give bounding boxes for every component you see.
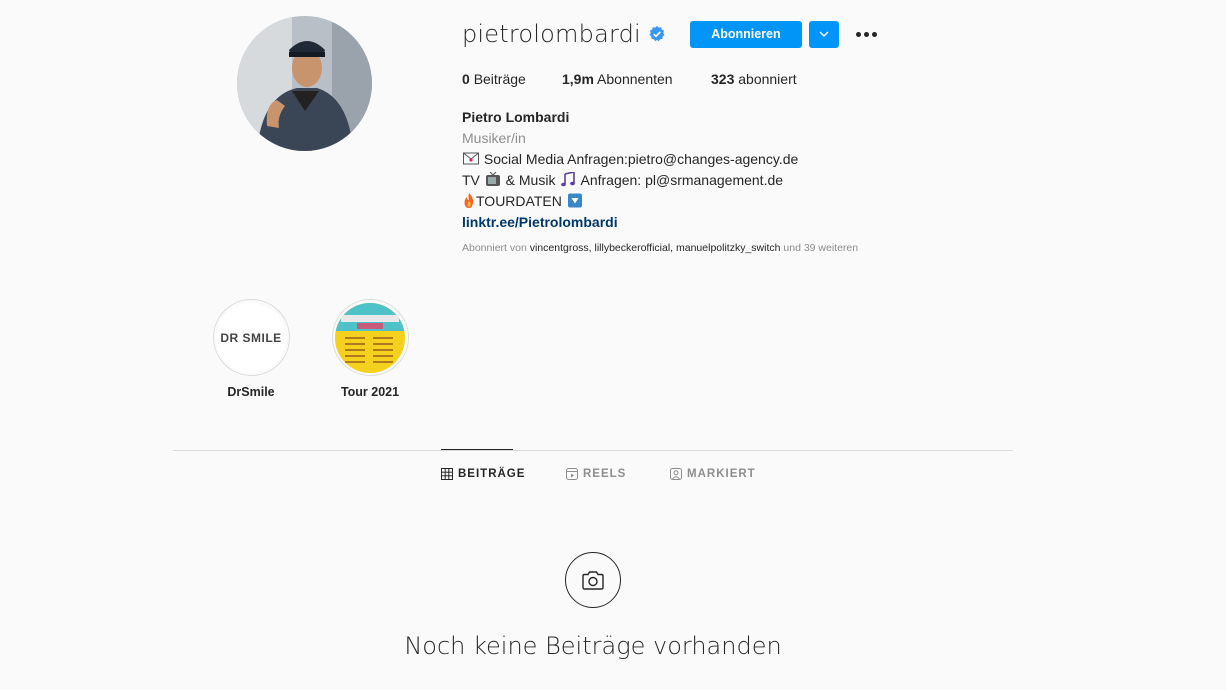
bio-contact-text: Anfragen: pl@srmanagement.de [580,172,784,188]
active-tab-indicator [441,449,513,450]
followed-by-prefix: Abonniert von [462,242,527,254]
profile-bio: Pietro Lombardi Musiker/in Social Media … [462,107,798,233]
followers-label: Abonnenten [597,71,673,87]
fire-icon [464,193,474,208]
followers-count: 1,9m [562,71,594,87]
followed-by-suffix: und 39 weiteren [783,242,859,254]
tab-reels[interactable]: REELS [566,468,626,480]
bio-external-link[interactable]: linktr.ee/Pietrolombardi [462,212,798,233]
more-dot-icon [871,31,877,37]
bio-music-text: & Musik [505,172,556,188]
story-highlight-tour-2021[interactable]: Tour 2021 [330,299,410,399]
chevron-down-icon [819,31,829,37]
profile-avatar[interactable] [237,16,372,151]
verified-badge-icon [649,26,665,42]
bio-tour-text: TOURDATEN [476,193,562,209]
more-dot-icon [863,31,869,37]
highlight-label: DrSmile [227,385,275,399]
follow-button[interactable]: Abonnieren [689,20,802,48]
empty-posts-message: Noch keine Beiträge vorhanden [404,632,782,660]
tab-tagged[interactable]: MARKIERT [670,468,756,480]
bio-tv-text: TV [462,172,480,188]
more-options-button[interactable] [853,21,880,48]
drsmile-logo: DR SMILE [220,330,282,345]
profile-full-name: Pietro Lombardi [462,109,570,125]
tab-tagged-label: MARKIERT [687,468,756,480]
mail-envelope-icon [463,152,479,165]
tab-posts[interactable]: BEITRÄGE [441,468,525,480]
tv-icon [485,172,500,186]
more-dot-icon [855,31,861,37]
profile-title-row: pietrolombardi Abonnieren [462,18,982,50]
tab-posts-label: BEITRÄGE [458,468,526,480]
posts-count: 0 [462,71,470,87]
followers-stat[interactable]: 1,9m Abonnenten [562,71,711,87]
profile-header: pietrolombardi Abonnieren [462,18,982,50]
following-count: 323 [711,71,735,87]
bio-line-contact: TV & Musik Anfragen: pl@srmanagement.de [462,170,798,191]
camera-icon [582,570,604,590]
following-label: abonniert [738,71,797,87]
highlight-cover: DR SMILE [216,302,286,373]
posts-label: Beiträge [473,71,526,87]
profile-stats: 0 Beiträge 1,9m Abonnenten 323 abonniert [462,71,797,87]
reels-icon [566,468,578,480]
highlight-ring [331,299,409,376]
suggested-dropdown-button[interactable] [808,20,839,48]
tab-reels-label: REELS [583,468,627,480]
music-note-icon [561,172,576,187]
following-stat[interactable]: 323 abonniert [711,71,797,87]
highlight-ring: DR SMILE [212,299,290,376]
profile-category: Musiker/in [462,130,526,146]
avatar-photo [237,16,372,151]
tagged-user-icon [670,468,682,480]
tour-poster-image [335,302,405,373]
followed-by-users: vincentgross, lillybeckerofficial, manue… [529,242,781,254]
bio-line-tour: TOURDATEN [462,191,798,212]
followed-by[interactable]: Abonniert von vincentgross, lillybeckero… [462,242,858,254]
bio-line-social: Social Media Anfragen:pietro@changes-age… [462,149,798,170]
highlight-cover [335,302,405,373]
profile-username: pietrolombardi [462,20,641,48]
highlight-label: Tour 2021 [340,385,400,399]
down-arrow-button-icon [567,193,582,208]
story-highlight-drsmile[interactable]: DR SMILE DrSmile [211,299,291,399]
bio-social-text: Social Media Anfragen:pietro@changes-age… [483,151,799,167]
empty-posts-camera [565,552,621,608]
posts-stat: 0 Beiträge [462,71,562,87]
grid-icon [441,468,453,480]
tabs-divider [173,450,1013,451]
